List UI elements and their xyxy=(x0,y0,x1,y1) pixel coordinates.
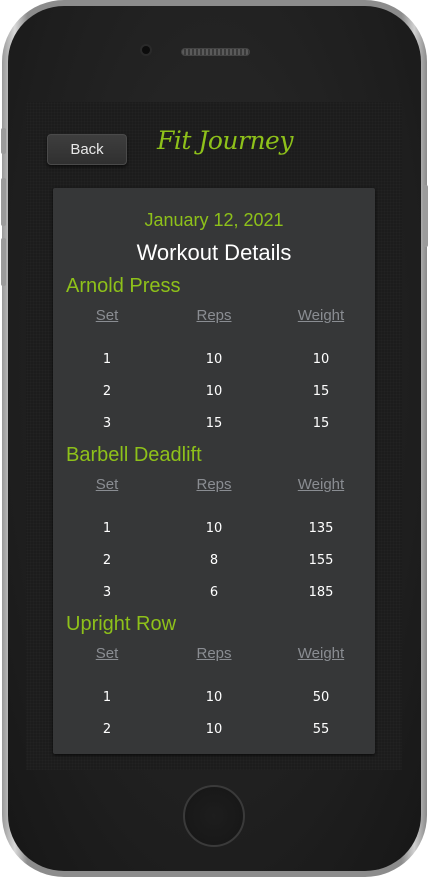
column-header-weight[interactable]: Weight xyxy=(276,645,366,662)
reps-cell: 15 xyxy=(205,416,223,431)
reps-cell: 10 xyxy=(205,722,223,737)
reps-cell: 10 xyxy=(205,384,223,399)
reps-cell: 10 xyxy=(205,352,223,367)
table-row: 2 8 155 xyxy=(53,553,375,573)
column-header-set[interactable]: Set xyxy=(62,645,152,662)
volume-up-button xyxy=(1,178,6,226)
table-row: 2 10 15 xyxy=(53,384,375,404)
back-button[interactable]: Back xyxy=(47,134,127,165)
workout-date: January 12, 2021 xyxy=(144,210,284,230)
set-cell: 1 xyxy=(102,521,112,536)
reps-cell: 10 xyxy=(205,690,223,705)
table-row: 3 15 15 xyxy=(53,416,375,436)
weight-cell: 50 xyxy=(312,690,330,705)
workout-details-card: January 12, 2021 Workout Details Arnold … xyxy=(53,188,375,754)
home-button[interactable] xyxy=(183,785,245,847)
mute-switch xyxy=(1,128,6,154)
volume-down-button xyxy=(1,238,6,286)
table-row: 1 10 10 xyxy=(53,352,375,372)
table-row: 3 6 185 xyxy=(53,585,375,605)
table-row: 2 10 55 xyxy=(53,722,375,742)
column-header-set[interactable]: Set xyxy=(62,307,152,324)
reps-cell: 6 xyxy=(209,585,219,600)
set-cell: 1 xyxy=(102,690,112,705)
column-header-weight[interactable]: Weight xyxy=(276,476,366,493)
reps-cell: 8 xyxy=(209,553,219,568)
exercise-name: Barbell Deadlift xyxy=(66,444,202,466)
weight-cell: 55 xyxy=(312,722,330,737)
card-title: Workout Details xyxy=(136,240,292,265)
column-header-set[interactable]: Set xyxy=(62,476,152,493)
set-cell: 1 xyxy=(102,352,112,367)
app-title: Fit Journey xyxy=(157,126,293,155)
set-cell: 2 xyxy=(102,722,112,737)
column-header-reps[interactable]: Reps xyxy=(169,307,259,324)
speaker-grille xyxy=(181,48,250,56)
column-header-weight[interactable]: Weight xyxy=(276,307,366,324)
table-row: 1 10 50 xyxy=(53,690,375,710)
set-cell: 2 xyxy=(102,553,112,568)
weight-cell: 135 xyxy=(308,521,334,536)
weight-cell: 155 xyxy=(308,553,334,568)
reps-cell: 10 xyxy=(205,521,223,536)
front-camera-icon xyxy=(142,46,150,54)
weight-cell: 15 xyxy=(312,416,330,431)
exercise-name: Upright Row xyxy=(66,613,177,635)
weight-cell: 15 xyxy=(312,384,330,399)
table-row: 1 10 135 xyxy=(53,521,375,541)
column-header-reps[interactable]: Reps xyxy=(169,476,259,493)
weight-cell: 10 xyxy=(312,352,330,367)
set-cell: 3 xyxy=(102,585,112,600)
exercise-name: Arnold Press xyxy=(66,275,181,297)
power-button xyxy=(423,185,428,247)
weight-cell: 185 xyxy=(308,585,334,600)
set-cell: 3 xyxy=(102,416,112,431)
set-cell: 2 xyxy=(102,384,112,399)
column-header-reps[interactable]: Reps xyxy=(169,645,259,662)
